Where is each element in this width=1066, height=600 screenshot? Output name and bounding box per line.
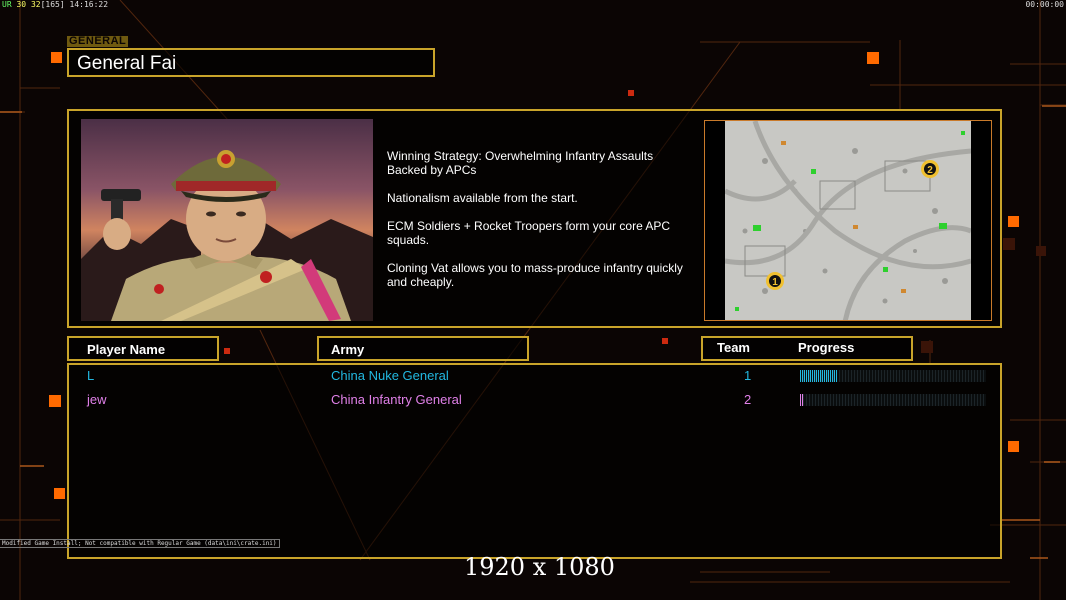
hud-fps2: 32 — [30, 0, 41, 9]
marker-2-label: 2 — [927, 165, 933, 176]
strategy-line-3: ECM Soldiers + Rocket Troopers form your… — [387, 219, 671, 247]
player-team: 1 — [744, 368, 752, 383]
hud-frame: [165] — [40, 0, 65, 9]
player-name-header-label: Player Name — [87, 342, 166, 357]
team-header-label: Team — [717, 340, 750, 355]
map-preview: 1 2 — [704, 120, 992, 321]
general-name: General Fai — [77, 53, 177, 74]
player-progress-bar — [800, 394, 986, 406]
army-header: Army — [317, 336, 529, 361]
strategy-line-4: Cloning Vat allows you to mass-produce i… — [387, 261, 683, 289]
general-title-box: General Fai — [67, 48, 435, 77]
general-info-panel: Winning Strategy: Overwhelming Infantry … — [67, 109, 1002, 328]
progress-header-label: Progress — [798, 340, 855, 355]
hud-prefix: UR — [2, 0, 12, 9]
general-tag: GENERAL — [67, 35, 129, 47]
general-portrait-image — [81, 150, 373, 321]
player-name: L — [87, 368, 95, 383]
player-row-1: L China Nuke General 1 — [69, 368, 1000, 386]
player-name: jew — [87, 392, 107, 407]
start-position-marker-2: 2 — [921, 160, 939, 178]
mod-warning: Modified Game Install; Not compatible wi… — [0, 539, 280, 548]
player-name-header: Player Name — [67, 336, 219, 361]
player-army: China Infantry General — [331, 392, 462, 407]
progress-fill — [800, 394, 804, 406]
strategy-line-1: Winning Strategy: Overwhelming Infantry … — [387, 149, 654, 177]
team-progress-header: Team Progress — [701, 336, 913, 361]
progress-fill — [800, 370, 838, 382]
player-list: L China Nuke General 1 jew China Infantr… — [67, 363, 1002, 559]
start-position-marker-1: 1 — [766, 272, 784, 290]
army-header-label: Army — [331, 342, 365, 357]
game-clock: 00:00:00 — [1025, 0, 1064, 9]
marker-1-label: 1 — [772, 277, 778, 288]
player-progress-bar — [800, 370, 986, 382]
strategy-text: Winning Strategy: Overwhelming Infantry … — [387, 149, 707, 303]
map-preview-image: 1 2 — [705, 121, 991, 320]
general-portrait — [81, 119, 373, 321]
strategy-line-2: Nationalism available from the start. — [387, 191, 578, 205]
hud-time: 14:16:22 — [69, 0, 109, 9]
player-row-2: jew China Infantry General 2 — [69, 392, 1000, 410]
player-army: China Nuke General — [331, 368, 449, 383]
resolution-label: 1920 x 1080 — [464, 553, 615, 581]
player-team: 2 — [744, 392, 752, 407]
hud-fps: 30 — [16, 0, 27, 9]
debug-hud: UR 30 32[165] 14:16:22 — [2, 0, 108, 9]
